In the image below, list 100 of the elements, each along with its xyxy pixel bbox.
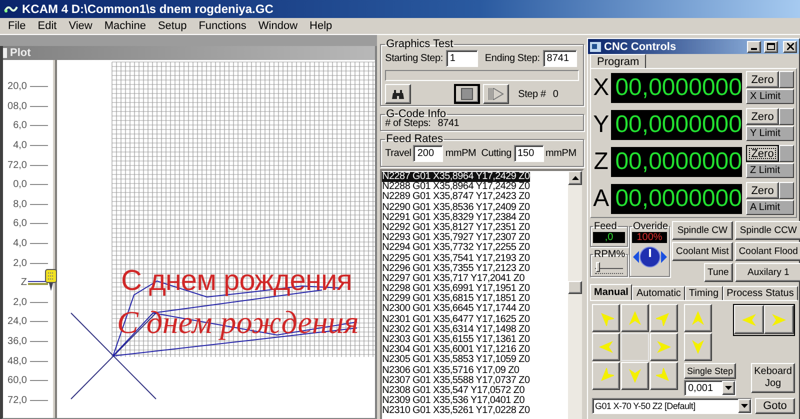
play-button[interactable]: [483, 84, 510, 104]
ending-step-field[interactable]: 8741: [542, 50, 577, 67]
arrow-icon: [598, 339, 614, 355]
gcode-line[interactable]: N2308 G01 X35,547 Y17,0572 Z0: [382, 386, 524, 396]
unit-label: mmPM: [445, 148, 476, 159]
gcode-line[interactable]: N2304 G01 X35,6001 Y17,1216 Z0: [382, 345, 530, 356]
rpm-slider[interactable]: [595, 262, 623, 274]
gcode-line[interactable]: N2292 G01 X35,8127 Y17,2351 Z0: [382, 222, 530, 234]
dropdown-button[interactable]: [722, 381, 735, 395]
maximize-button[interactable]: [764, 40, 778, 52]
gcode-line[interactable]: N2294 G01 X35,7732 Y17,2255 Z0: [382, 243, 530, 254]
jog-button[interactable]: [592, 362, 620, 390]
tab[interactable]: Manual: [590, 284, 632, 300]
gcode-line[interactable]: N2310 G01 X35,5261 Y17,0228 Z0: [382, 406, 530, 416]
close-button[interactable]: [783, 40, 797, 52]
window-title: Plot: [10, 47, 31, 59]
gcode-line[interactable]: N2301 G01 X35,6477 Y17,1625 Z0: [382, 314, 530, 325]
jog-button[interactable]: [734, 305, 764, 334]
gcode-line[interactable]: N2303 G01 X35,6155 Y17,1361 Z0: [382, 335, 530, 346]
slider-thumb[interactable]: [596, 262, 600, 272]
gcode-line[interactable]: N2300 G01 X35,6645 Y17,1744 Z0: [382, 304, 530, 315]
close-icon: [786, 43, 794, 50]
tab[interactable]: Automatic: [632, 286, 685, 300]
tab[interactable]: Program: [590, 54, 646, 68]
zero-button[interactable]: Zero: [746, 108, 779, 125]
control-button[interactable]: Auxilary 1: [734, 263, 800, 282]
control-button[interactable]: Spindle CW: [672, 221, 733, 240]
gcode-line[interactable]: N2305 G01 X35,5853 Y17,1059 Z0: [382, 355, 530, 366]
control-button[interactable]: Spindle CCW: [734, 221, 800, 240]
jog-button[interactable]: [684, 333, 712, 361]
axis-label: X: [593, 74, 610, 102]
caret-icon: [725, 386, 732, 390]
control-button[interactable]: Coolant Flood: [734, 242, 800, 261]
tab[interactable]: Process Status: [722, 286, 798, 300]
axis-label: A: [593, 184, 610, 212]
menu-item[interactable]: Edit: [32, 20, 63, 32]
gcode-line[interactable]: N2289 G01 X35,8747 Y17,2423 Z0: [382, 192, 530, 203]
group-label: Overide: [632, 221, 670, 232]
dropdown-button[interactable]: [738, 399, 751, 413]
gcode-line[interactable]: N2309 G01 X35,536 Y17,0401 Z0: [382, 396, 524, 406]
ruler-label: 24,0: [6, 316, 27, 328]
control-button[interactable]: Tune: [704, 263, 733, 282]
gcode-line[interactable]: N2288 G01 X35,8964 Y17,2429 Z0: [382, 182, 530, 192]
command-combobox[interactable]: G01 X-70 Y-50 Z2 [Default]: [592, 398, 752, 414]
gcode-line[interactable]: N2293 G01 X35,7927 Y17,2307 Z0: [382, 233, 530, 244]
travel-field[interactable]: 200: [413, 145, 444, 162]
gcode-line[interactable]: N2291 G01 X35,8329 Y17,2384 Z0: [382, 212, 530, 223]
menu-item[interactable]: View: [62, 20, 98, 32]
gcode-line[interactable]: N2302 G01 X35,6314 Y17,1498 Z0: [382, 324, 530, 335]
ruler-label: 8,0: [12, 198, 27, 210]
jog-button[interactable]: [621, 304, 649, 332]
step-size-combobox[interactable]: 0,001: [684, 380, 736, 396]
tab[interactable]: Timing: [684, 286, 723, 300]
minimize-icon: [751, 48, 757, 50]
jog-button[interactable]: [764, 305, 794, 334]
single-step-button[interactable]: Single Step: [684, 363, 736, 379]
cutting-field[interactable]: 150: [514, 145, 544, 162]
jog-button[interactable]: [592, 304, 620, 332]
keyboard-jog-button[interactable]: Keboard Jog: [751, 363, 795, 393]
step-value: 0: [552, 88, 558, 100]
menu-item[interactable]: Machine: [98, 20, 152, 32]
control-button[interactable]: Coolant Mist: [672, 242, 733, 261]
jog-button[interactable]: [621, 362, 649, 390]
step-label: Step #: [518, 88, 546, 100]
jog-button[interactable]: [650, 333, 678, 361]
menu-item[interactable]: Window: [252, 20, 304, 32]
scrollbar-thumb[interactable]: [568, 281, 582, 294]
gcode-line[interactable]: N2295 G01 X35,7541 Y17,2193 Z0: [382, 254, 530, 264]
gcode-line[interactable]: N2307 G01 X35,5588 Y17,0737 Z0: [382, 376, 530, 386]
indicator-light: [779, 182, 794, 199]
gcode-line[interactable]: N2298 G01 X35,6991 Y17,1951 Z0: [382, 284, 530, 294]
jog-button[interactable]: [650, 362, 678, 390]
zero-button[interactable]: Zero: [746, 145, 779, 162]
scroll-up-button[interactable]: [568, 171, 582, 185]
group-label: Feed Rates: [385, 133, 444, 145]
find-button[interactable]: [385, 84, 412, 104]
minimize-button[interactable]: [747, 40, 761, 52]
stop-button[interactable]: [454, 84, 480, 104]
gcode-line[interactable]: N2296 G01 X35,7355 Y17,2123 Z0: [382, 264, 530, 274]
goto-button[interactable]: Goto: [755, 398, 795, 414]
group-label: RPM%: [593, 249, 626, 260]
override-knob[interactable]: [632, 245, 668, 269]
menu-item[interactable]: File: [2, 20, 32, 32]
menu-item[interactable]: Functions: [192, 20, 252, 32]
gcode-line[interactable]: N2290 G01 X35,8536 Y17,2409 Z0: [382, 202, 530, 213]
limit-indicator: Z Limit: [746, 163, 794, 178]
gcode-line[interactable]: N2299 G01 X35,6815 Y17,1851 Z0: [382, 294, 530, 304]
zero-button[interactable]: Zero: [746, 71, 779, 88]
gcode-line[interactable]: N2297 G01 X35,717 Y17,2041 Z0: [382, 274, 524, 284]
group-label: Graphics Test: [385, 38, 454, 50]
gcode-line[interactable]: N2306 G01 X35,5716 Y17,09 Z0: [382, 366, 520, 376]
jog-button[interactable]: [650, 304, 678, 332]
zero-button[interactable]: Zero: [746, 182, 779, 199]
jog-button[interactable]: [684, 304, 712, 332]
menu-item[interactable]: Help: [304, 20, 338, 32]
up-arrow-icon: [572, 176, 578, 180]
jog-button[interactable]: [592, 333, 620, 361]
starting-step-field[interactable]: 1: [446, 50, 478, 67]
menu-item[interactable]: Setup: [152, 20, 193, 32]
field-label: Cutting: [481, 148, 512, 159]
